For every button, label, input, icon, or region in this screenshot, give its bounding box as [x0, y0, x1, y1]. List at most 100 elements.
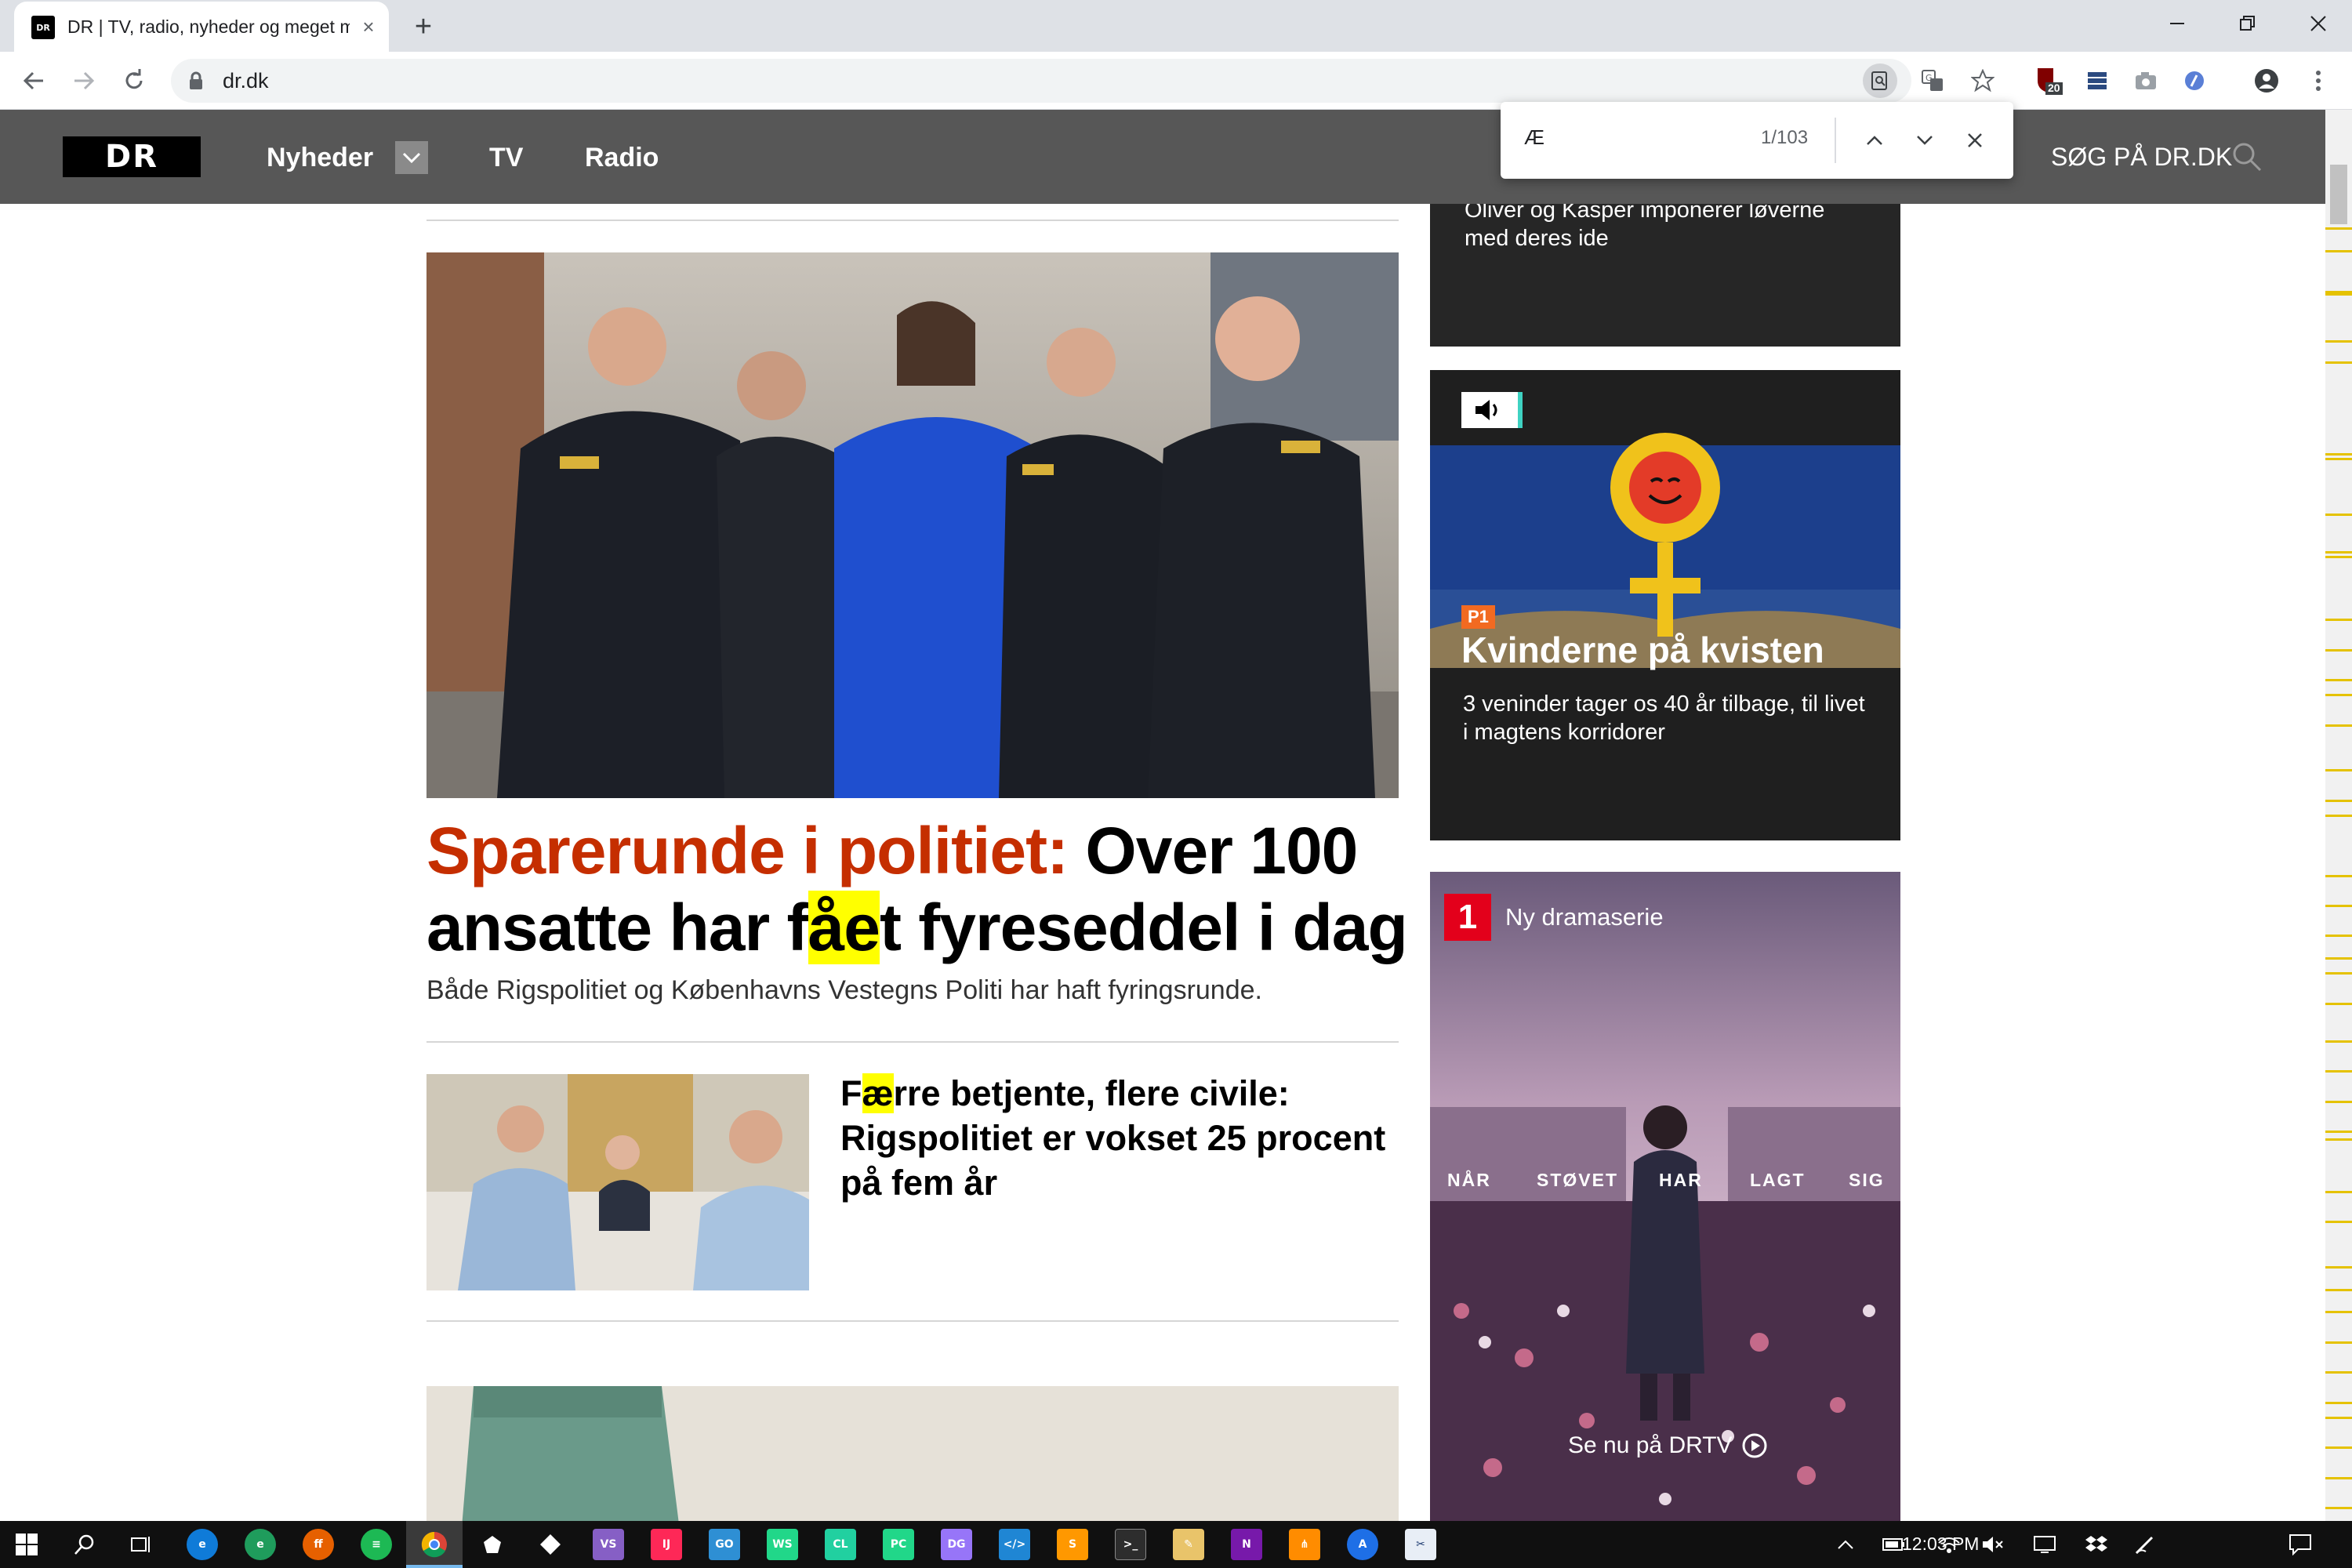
find-tick [2325, 935, 2352, 938]
ublock-extension-icon[interactable]: 20 [2031, 63, 2067, 99]
forward-icon[interactable] [66, 63, 102, 99]
page-scrollbar[interactable] [2325, 110, 2352, 1540]
dr-logo[interactable]: DR [63, 136, 201, 177]
find-tick [2325, 694, 2352, 697]
find-in-page-bar: Æ 1/103 [1501, 102, 2013, 179]
clion-icon[interactable]: CL [825, 1529, 856, 1560]
vscode-icon[interactable]: </> [999, 1529, 1030, 1560]
task-view-icon[interactable] [125, 1529, 157, 1560]
find-tick [2325, 1138, 2352, 1141]
datagrip-icon[interactable]: DG [941, 1529, 972, 1560]
notifications-icon[interactable] [2285, 1529, 2316, 1560]
find-tick [2325, 1131, 2352, 1133]
tab-close-icon[interactable]: × [354, 13, 383, 41]
find-tick [2325, 648, 2352, 652]
lock-icon[interactable] [188, 71, 204, 94]
display-icon[interactable] [2029, 1529, 2060, 1560]
find-in-page-icon[interactable] [1863, 64, 1897, 98]
visual-studio-icon[interactable]: VS [593, 1529, 624, 1560]
lead-article-headline[interactable]: Sparerunde i politiet: Over 100 ansatte … [426, 812, 1414, 966]
find-tick [2325, 1265, 2352, 1269]
find-next-icon[interactable] [1907, 122, 1943, 158]
github-desktop-icon[interactable] [535, 1529, 566, 1560]
bookmark-star-icon[interactable] [1965, 63, 2001, 99]
find-tick [2325, 799, 2352, 802]
scrollbar-thumb[interactable] [2330, 165, 2347, 224]
goland-icon[interactable]: GO [709, 1529, 740, 1560]
dr-favicon-icon: DR [31, 16, 55, 39]
windows-start-icon[interactable] [11, 1529, 42, 1560]
spotify-icon[interactable]: ≡ [361, 1529, 392, 1560]
drtv-cta-link[interactable]: Se nu på DRTV [1568, 1432, 1769, 1460]
intellij-icon[interactable]: IJ [651, 1529, 682, 1560]
find-input[interactable]: Æ [1524, 125, 1544, 150]
second-article-image[interactable] [426, 1074, 809, 1290]
find-result-count: 1/103 [1761, 127, 1809, 148]
find-tick [2325, 972, 2352, 975]
find-tick [2325, 1190, 2352, 1193]
sidebar-card-dr1[interactable]: 1 Ny dramaserie NÅR STØVET HAR LAGT SIG … [1430, 872, 1900, 1521]
restore-icon[interactable] [2212, 0, 2283, 47]
tray-chevron-up-icon[interactable] [1830, 1529, 1861, 1560]
svg-text:G: G [1926, 73, 1933, 83]
app-store-icon[interactable]: A [1347, 1529, 1378, 1560]
find-close-icon[interactable] [1957, 122, 1993, 158]
sidebar-card-top[interactable]: Oliver og Kasper imponerer løverne med d… [1430, 204, 1900, 347]
reload-icon[interactable] [116, 63, 152, 99]
url-text[interactable]: dr.dk [223, 69, 269, 93]
search-icon[interactable] [69, 1529, 100, 1560]
webstorm-icon[interactable]: WS [767, 1529, 798, 1560]
shield-extension-icon[interactable] [2176, 63, 2212, 99]
find-tick [2325, 1476, 2352, 1479]
taskbar-clock[interactable]: 12:03 PM [1902, 1534, 1979, 1555]
search-icon[interactable] [2231, 141, 2263, 176]
snip-tool-icon[interactable]: ✂ [1405, 1529, 1436, 1560]
find-tick [2325, 874, 2352, 877]
edge-icon[interactable]: e [187, 1529, 218, 1560]
find-tick [2325, 769, 2352, 772]
dr1-word-3: HAR [1659, 1170, 1703, 1190]
minimize-icon[interactable] [2142, 0, 2212, 47]
firefox-icon[interactable]: ff [303, 1529, 334, 1560]
dropbox-icon[interactable] [2081, 1529, 2112, 1560]
find-tick [2325, 555, 2352, 558]
third-article-image[interactable] [426, 1386, 1399, 1521]
translate-icon[interactable]: G [1915, 63, 1951, 99]
pycharm-icon[interactable]: PC [883, 1529, 914, 1560]
back-icon[interactable] [16, 63, 52, 99]
find-previous-icon[interactable] [1857, 122, 1893, 158]
terminal-icon[interactable]: >_ [1115, 1529, 1146, 1560]
lead-kicker: Sparerunde i politiet: [426, 814, 1069, 887]
browser-menu-icon[interactable] [2300, 63, 2336, 99]
nav-item-nyheder[interactable]: Nyheder [267, 143, 373, 173]
address-bar[interactable]: dr.dk [171, 59, 1911, 103]
window-close-icon[interactable] [2283, 0, 2352, 47]
nyheder-dropdown-chevron-icon[interactable] [395, 141, 428, 174]
pen-icon[interactable] [2129, 1529, 2161, 1560]
edge-beta-icon[interactable]: e [245, 1529, 276, 1560]
sidebar-card-p1[interactable]: P1 Kvinderne på kvisten 3 veninder tager… [1430, 370, 1900, 840]
onenote-icon[interactable]: N [1231, 1529, 1262, 1560]
divider [426, 1041, 1399, 1043]
nav-item-radio[interactable]: Radio [585, 143, 659, 173]
network-app-icon[interactable]: ⋔ [1289, 1529, 1320, 1560]
browser-tab-active[interactable]: DR DR | TV, radio, nyheder og meget mere… [14, 2, 389, 52]
taskbar: e e ff ≡ VS IJ GO WS CL PC DG </> S >_ ✎… [0, 1521, 2352, 1568]
find-tick [2325, 293, 2352, 296]
dr1-card-label: Ny dramaserie [1505, 903, 1664, 931]
sublime-text-icon[interactable]: S [1057, 1529, 1088, 1560]
chrome-icon[interactable] [419, 1529, 450, 1560]
second-article-headline[interactable]: Færre betjente, flere civile: Rigspoliti… [840, 1071, 1389, 1205]
find-tick [2325, 679, 2352, 681]
volume-muted-icon[interactable] [1977, 1529, 2009, 1560]
gitkraken-icon[interactable] [477, 1529, 508, 1560]
stack-extension-icon[interactable] [2079, 63, 2115, 99]
notes-icon[interactable]: ✎ [1173, 1529, 1204, 1560]
profile-avatar-icon[interactable] [2249, 63, 2285, 99]
find-tick [2325, 724, 2352, 727]
new-tab-button[interactable]: + [406, 9, 441, 44]
camera-extension-icon[interactable] [2128, 63, 2164, 99]
site-search-link[interactable]: SØG PÅ DR.DK [2051, 143, 2232, 172]
nav-item-tv[interactable]: TV [489, 143, 523, 173]
lead-article-image[interactable] [426, 252, 1399, 798]
